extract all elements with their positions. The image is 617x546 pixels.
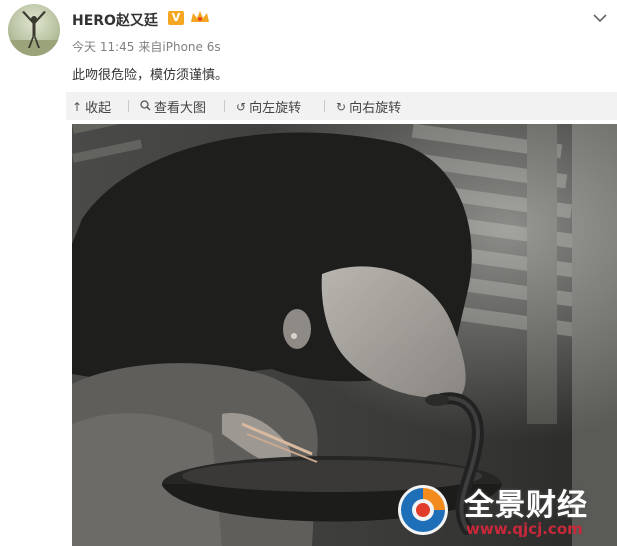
watermark-logo-icon [394, 482, 452, 538]
crown-icon [189, 9, 211, 25]
collapse-label: 收起 [85, 101, 112, 116]
rotate-left-label: 向左旋转 [249, 101, 302, 116]
verified-badge: V [168, 11, 184, 25]
post-header: HERO赵又廷 V 今天 11:45 来自iPhone 6s 此吻很危险，模仿须谨… [0, 0, 617, 88]
rotate-right-icon: ↻ [336, 99, 347, 114]
divider [224, 100, 225, 112]
rotate-right-button[interactable]: ↻ 向右旋转 [336, 97, 402, 117]
chevron-down-icon[interactable] [593, 8, 607, 23]
post-time[interactable]: 今天 11:45 [72, 40, 134, 54]
rotate-right-label: 向右旋转 [349, 101, 402, 116]
rotate-left-button[interactable]: ↺ 向左旋转 [236, 97, 302, 117]
watermark: 全景财经 www.qjcj.com [386, 476, 617, 542]
collapse-button[interactable]: ↑ 收起 [72, 97, 112, 117]
image-toolbar: ↑ 收起 查看大图 ↺ 向左旋转 ↻ 向右旋转 [66, 92, 617, 120]
username[interactable]: HERO赵又廷 [72, 10, 158, 30]
post-meta: 今天 11:45 来自iPhone 6s [72, 38, 225, 55]
watermark-brand: 全景财经 [464, 488, 588, 523]
post-source[interactable]: 来自iPhone 6s [138, 40, 220, 54]
post-text: 此吻很危险，模仿须谨慎。 [72, 68, 229, 83]
view-large-button[interactable]: 查看大图 [140, 97, 206, 116]
divider [128, 100, 129, 112]
avatar[interactable] [8, 4, 60, 56]
watermark-url: www.qjcj.com [466, 520, 583, 538]
search-icon [140, 99, 151, 114]
divider [324, 100, 325, 112]
rotate-left-icon: ↺ [236, 99, 247, 114]
view-large-label: 查看大图 [154, 101, 207, 116]
arrow-up-icon: ↑ [72, 99, 83, 114]
